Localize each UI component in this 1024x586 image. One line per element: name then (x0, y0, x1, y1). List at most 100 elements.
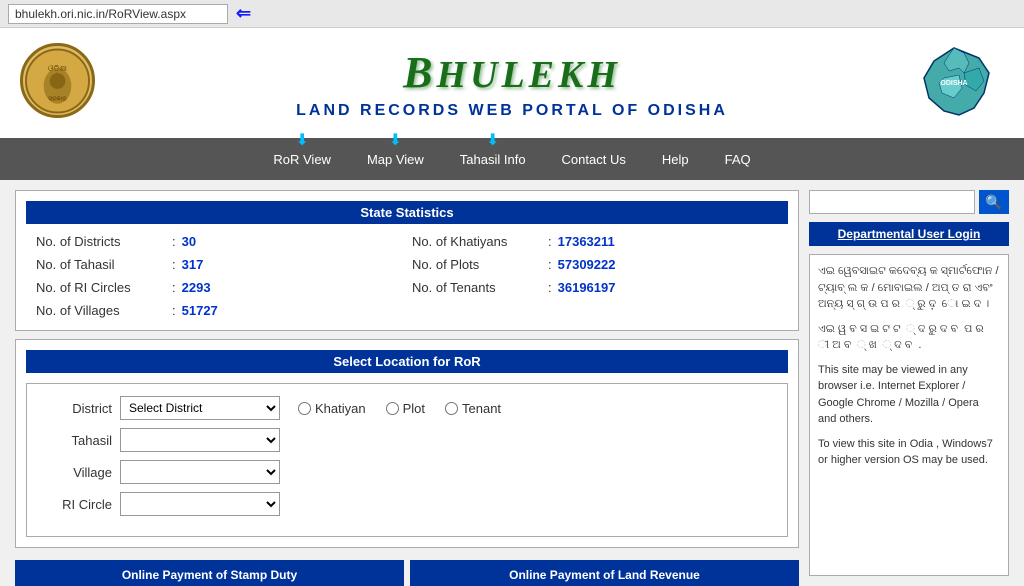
site-title: BHULEKH (296, 47, 728, 98)
nav-ror-label: RoR View (273, 152, 331, 167)
header: ଓଡ଼ିଶା ସରକାର BHULEKH LAND RECORDS WEB PO… (0, 28, 1024, 138)
select-location-box: Select Location for RoR District Select … (15, 339, 799, 548)
stats-title: State Statistics (26, 201, 788, 224)
arrow-map-icon: ⬇ (389, 130, 402, 150)
radio-tenant-input[interactable] (445, 402, 458, 415)
radio-plot-input[interactable] (386, 402, 399, 415)
stat-districts-label: No. of Districts (36, 234, 166, 249)
svg-text:ସରକାର: ସରକାର (48, 96, 67, 102)
stat-tahasil-colon: : (172, 257, 176, 272)
nav-tahasil-label: Tahasil Info (460, 152, 526, 167)
stat-villages-label: No. of Villages (36, 303, 166, 318)
info-box: ଏଇ ୱେବସାଇଟ କଦେବ୍ୟ କ ସ୍ମାର୍ଟଫୋନ / ଟ୍ୟାବ୍ … (809, 254, 1009, 576)
left-panel: State Statistics No. of Districts : 30 N… (15, 190, 799, 576)
district-label: District (42, 401, 112, 416)
radio-khatiyan[interactable]: Khatiyan (298, 401, 366, 416)
stat-tahasil-value: 317 (182, 257, 204, 272)
header-center: BHULEKH LAND RECORDS WEB PORTAL OF ODISH… (296, 47, 728, 120)
stat-districts-value: 30 (182, 234, 196, 249)
stat-villages-colon: : (172, 303, 176, 318)
search-row: 🔍 (809, 190, 1009, 214)
stat-tenants-value: 36196197 (558, 280, 616, 295)
stat-tahasil: No. of Tahasil : 317 (36, 255, 402, 274)
tahasil-select[interactable] (120, 428, 280, 452)
radio-tenant[interactable]: Tenant (445, 401, 501, 416)
stat-plots-value: 57309222 (558, 257, 616, 272)
stat-khatiyans-value: 17363211 (558, 234, 615, 249)
stat-districts: No. of Districts : 30 (36, 232, 402, 251)
stat-plots: No. of Plots : 57309222 (412, 255, 778, 274)
odisha-map: ODISHA (904, 43, 1004, 123)
info-english-text1: This site may be viewed in any browser i… (818, 362, 1000, 428)
info-english-text2: To view this site in Odia , Windows7 or … (818, 436, 1000, 469)
stats-box: State Statistics No. of Districts : 30 N… (15, 190, 799, 331)
stat-plots-label: No. of Plots (412, 257, 542, 272)
search-icon: 🔍 (985, 194, 1002, 210)
arrow-tahasil-icon: ⬇ (486, 130, 499, 150)
village-select[interactable] (120, 460, 280, 484)
site-subtitle: LAND RECORDS WEB PORTAL OF ODISHA (296, 102, 728, 120)
radio-plot[interactable]: Plot (386, 401, 425, 416)
search-input[interactable] (809, 190, 975, 214)
nav-help[interactable]: Help (644, 146, 707, 173)
stat-khatiyans: No. of Khatiyans : 17363211 (412, 232, 778, 251)
stat-khatiyans-label: No. of Khatiyans (412, 234, 542, 249)
back-arrow-icon: ⇐ (236, 3, 251, 24)
nav-help-label: Help (662, 152, 689, 167)
land-revenue-button[interactable]: Online Payment of Land Revenue (410, 560, 799, 586)
bottom-buttons: Online Payment of Stamp Duty Online Paym… (15, 560, 799, 586)
stat-ri-label: No. of RI Circles (36, 280, 166, 295)
radio-plot-label: Plot (403, 401, 425, 416)
info-odia-text1: ଏଇ ୱେବସାଇଟ କଦେବ୍ୟ କ ସ୍ମାର୍ଟଫୋନ / ଟ୍ୟାବ୍ … (818, 263, 1000, 313)
arrow-ror-icon: ⬇ (295, 130, 308, 150)
stat-villages-value: 51727 (182, 303, 218, 318)
nav-faq-label: FAQ (725, 152, 751, 167)
stat-ri-value: 2293 (182, 280, 211, 295)
info-odia-text2: ଏଇ ୱ ବ ସ ଇ ଟ ଟ ୍ ଦ ରୁ ଦ ବ ​ ପ ର ୀ ଅ ବ ୍ … (818, 321, 1000, 354)
radio-khatiyan-input[interactable] (298, 402, 311, 415)
stat-tenants: No. of Tenants : 36196197 (412, 278, 778, 297)
stat-tenants-label: No. of Tenants (412, 280, 542, 295)
village-label: Village (42, 465, 112, 480)
nav-faq[interactable]: FAQ (707, 146, 769, 173)
district-row: District Select District Khatiyan Plot (42, 396, 772, 420)
stat-tenants-colon: : (548, 280, 552, 295)
stamp-duty-button[interactable]: Online Payment of Stamp Duty (15, 560, 404, 586)
nav-map-label: Map View (367, 152, 424, 167)
radio-tenant-label: Tenant (462, 401, 501, 416)
nav-contact-label: Contact Us (562, 152, 626, 167)
ri-circle-select[interactable] (120, 492, 280, 516)
select-location-title: Select Location for RoR (26, 350, 788, 373)
nav-ror-view[interactable]: ⬇ RoR View (255, 146, 349, 173)
navbar: ⬇ RoR View ⬇ Map View ⬇ Tahasil Info Con… (0, 138, 1024, 180)
ri-circle-label: RI Circle (42, 497, 112, 512)
svg-text:ODISHA: ODISHA (940, 80, 967, 87)
nav-map-view[interactable]: ⬇ Map View (349, 146, 442, 173)
nav-tahasil-info[interactable]: ⬇ Tahasil Info (442, 146, 544, 173)
tahasil-label: Tahasil (42, 433, 112, 448)
search-button[interactable]: 🔍 (979, 190, 1009, 214)
stat-plots-colon: : (548, 257, 552, 272)
stat-khatiyans-colon: : (548, 234, 552, 249)
stat-ri-colon: : (172, 280, 176, 295)
url-input[interactable] (8, 4, 228, 24)
district-select[interactable]: Select District (120, 396, 280, 420)
village-row: Village (42, 460, 772, 484)
state-emblem: ଓଡ଼ିଶା ସରକାର (20, 43, 100, 123)
select-inner: District Select District Khatiyan Plot (26, 383, 788, 537)
tahasil-row: Tahasil (42, 428, 772, 452)
radio-khatiyan-label: Khatiyan (315, 401, 366, 416)
stat-ri-circles: No. of RI Circles : 2293 (36, 278, 402, 297)
dept-login-button[interactable]: Departmental User Login (809, 222, 1009, 246)
stat-districts-colon: : (172, 234, 176, 249)
right-panel: 🔍 Departmental User Login ଏଇ ୱେବସାଇଟ କଦେ… (809, 190, 1009, 576)
stats-grid: No. of Districts : 30 No. of Khatiyans :… (26, 232, 788, 320)
main-content: State Statistics No. of Districts : 30 N… (0, 180, 1024, 586)
address-bar: ⇐ (0, 0, 1024, 28)
nav-contact[interactable]: Contact Us (544, 146, 644, 173)
stat-villages: No. of Villages : 51727 (36, 301, 402, 320)
stat-empty (412, 301, 778, 320)
ri-circle-row: RI Circle (42, 492, 772, 516)
stat-tahasil-label: No. of Tahasil (36, 257, 166, 272)
radio-group: Khatiyan Plot Tenant (298, 401, 501, 416)
